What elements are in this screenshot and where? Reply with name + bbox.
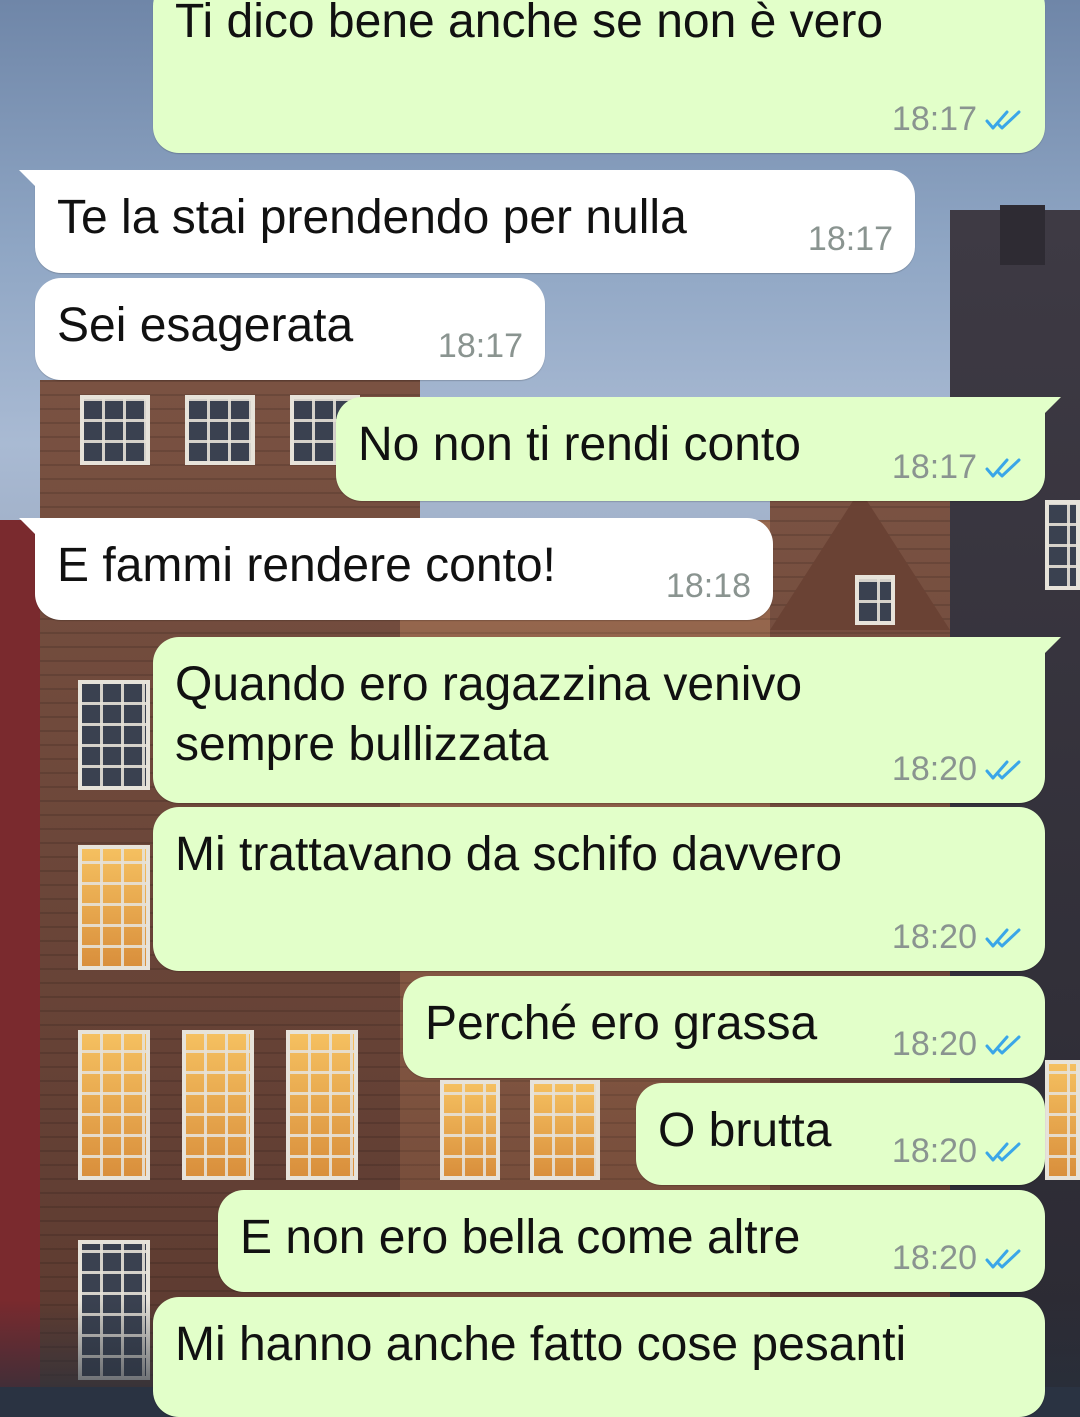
outgoing-message[interactable]: O brutta 18:20: [636, 1083, 1045, 1185]
message-time: 18:17: [807, 220, 893, 258]
message-time: 18:20: [891, 1025, 977, 1063]
outgoing-message[interactable]: E non ero bella come altre 18:20: [218, 1190, 1045, 1292]
message-meta: 18:17: [438, 327, 523, 366]
message-text: O brutta: [658, 1104, 832, 1157]
message-time: 18:20: [891, 1239, 977, 1277]
outgoing-message[interactable]: Perché ero grassa 18:20: [403, 976, 1045, 1078]
message-time: 18:20: [891, 750, 977, 788]
message-time: 18:18: [665, 567, 751, 605]
message-meta: 18:20: [892, 1132, 1023, 1171]
message-meta: 18:17: [892, 100, 1023, 139]
message-text: E non ero bella come altre: [240, 1211, 801, 1264]
outgoing-message[interactable]: No non ti rendi conto 18:17: [336, 397, 1061, 501]
read-double-check-icon: [985, 1035, 1021, 1054]
message-text: Quando ero ragazzina venivo sempre bulli…: [175, 658, 803, 771]
message-list[interactable]: Ti dico bene anche se non è vero 18:17 T…: [0, 0, 1080, 1417]
message-time: 18:17: [891, 100, 977, 138]
message-time: 18:20: [891, 1132, 977, 1170]
read-double-check-icon: [985, 1249, 1021, 1268]
message-text: Te la stai prendendo per nulla: [57, 191, 687, 244]
message-meta: 18:18: [666, 567, 751, 606]
read-double-check-icon: [985, 760, 1021, 779]
message-text: Perché ero grassa: [425, 997, 818, 1050]
incoming-message[interactable]: Sei esagerata 18:17: [35, 278, 545, 380]
message-meta: 18:20: [892, 750, 1023, 789]
message-time: 18:17: [891, 448, 977, 486]
read-double-check-icon: [985, 1142, 1021, 1161]
message-meta: 18:20: [892, 918, 1023, 957]
message-text: Mi trattavano da schifo davvero: [175, 828, 843, 881]
message-text: Mi hanno anche fatto cose pesanti: [175, 1318, 907, 1371]
incoming-message[interactable]: E fammi rendere conto! 18:18: [19, 518, 773, 620]
message-text: No non ti rendi conto: [358, 418, 801, 471]
read-double-check-icon: [985, 110, 1021, 129]
message-meta: 18:17: [808, 220, 893, 259]
message-text: Ti dico bene anche se non è vero: [175, 0, 884, 48]
read-double-check-icon: [985, 458, 1021, 477]
message-meta: 18:20: [892, 1025, 1023, 1064]
outgoing-message[interactable]: Mi hanno anche fatto cose pesanti: [153, 1297, 1045, 1417]
read-double-check-icon: [985, 928, 1021, 947]
outgoing-message[interactable]: Mi trattavano da schifo davvero 18:20: [153, 807, 1045, 971]
message-text: E fammi rendere conto!: [57, 539, 556, 592]
outgoing-message[interactable]: Ti dico bene anche se non è vero 18:17: [153, 0, 1045, 153]
message-text: Sei esagerata: [57, 299, 354, 352]
message-meta: 18:20: [892, 1239, 1023, 1278]
outgoing-message[interactable]: Quando ero ragazzina venivo sempre bulli…: [153, 637, 1061, 803]
incoming-message[interactable]: Te la stai prendendo per nulla 18:17: [19, 170, 915, 273]
message-time: 18:17: [437, 327, 523, 365]
message-meta: 18:17: [892, 448, 1023, 487]
message-time: 18:20: [891, 918, 977, 956]
